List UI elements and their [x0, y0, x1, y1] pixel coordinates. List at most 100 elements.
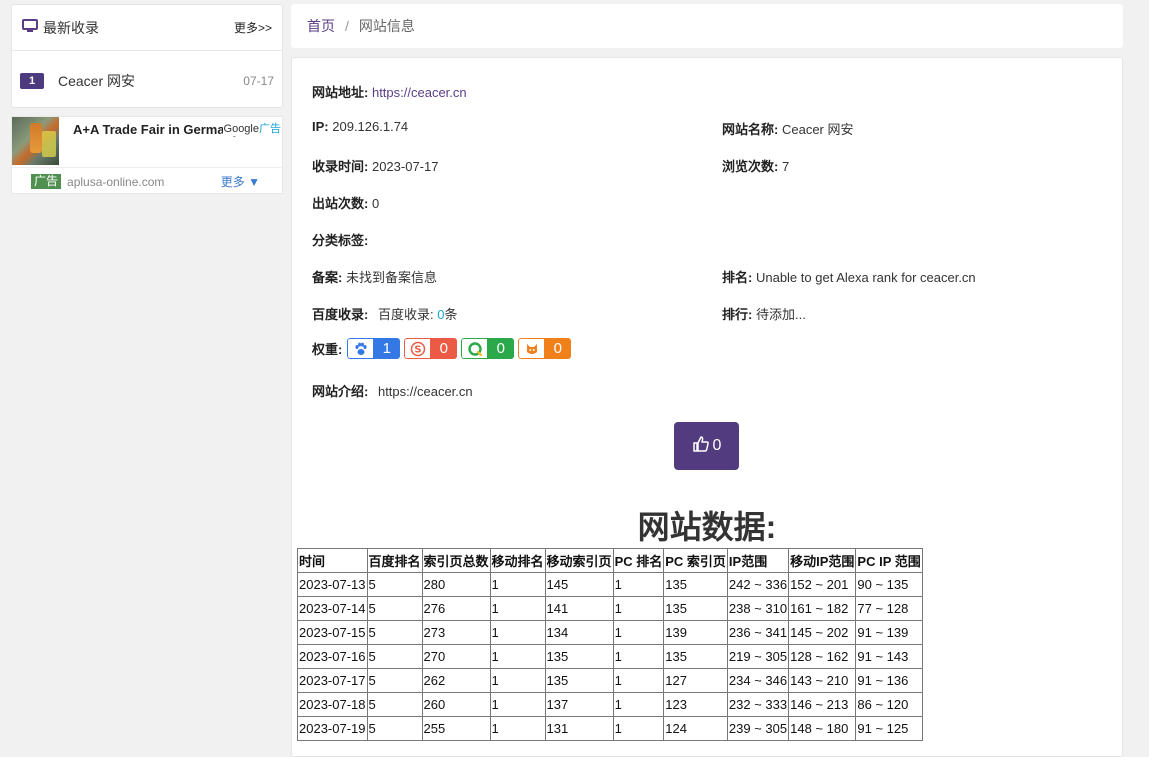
sogou-weight-value: 0 [430, 338, 458, 359]
breadcrumb-home-link[interactable]: 首页 [307, 16, 335, 36]
table-cell: 236 ~ 341 [726, 620, 790, 645]
table-row: 2023-07-18 5 260 1 137 1 123 232 ~ 333 1… [297, 692, 923, 717]
ad-google-label[interactable]: Google广告 [222, 120, 282, 136]
category-tags-label: 分类标签: [312, 233, 369, 248]
table-cell: 239 ~ 305 [726, 716, 790, 741]
table-cell: 137 [544, 692, 614, 717]
outbound-value: 0 [371, 196, 380, 211]
table-cell: 2023-07-13 [297, 572, 368, 597]
category-tags-row: 分类标签: [312, 230, 368, 249]
beian-value: 未找到备案信息 [345, 270, 437, 285]
ad-card[interactable]: A+A Trade Fair in Germany Google广告 广告 ap… [11, 116, 283, 194]
table-cell: 141 [544, 596, 614, 621]
table-cell: 1 [489, 596, 546, 621]
site-intro-label: 网站介绍: [312, 384, 369, 399]
ad-image[interactable] [12, 117, 59, 165]
latest-entries-more-link[interactable]: 更多>> [234, 19, 272, 36]
table-row: 2023-07-16 5 270 1 135 1 135 219 ~ 305 1… [297, 644, 923, 669]
table-cell: 135 [544, 668, 614, 693]
table-cell: 1 [612, 716, 665, 741]
table-cell: 148 ~ 180 [788, 716, 857, 741]
table-cell: 91 ~ 125 [855, 716, 923, 741]
rank-badge: 1 [20, 73, 44, 89]
sogou-weight-badge[interactable]: S 0 [404, 338, 458, 359]
breadcrumb-current: 网站信息 [358, 18, 415, 34]
site-url-link[interactable]: https://ceacer.cn [372, 85, 467, 100]
site-name-link[interactable]: Ceacer 网安 [58, 71, 243, 91]
table-cell: 91 ~ 143 [855, 644, 923, 669]
col-pc-index: PC 索引页 [663, 548, 728, 573]
table-cell: 135 [663, 644, 728, 669]
shenma-icon [518, 338, 545, 359]
sogou-icon: S [404, 338, 431, 359]
table-cell: 5 [366, 572, 423, 597]
include-time-label: 收录时间: [312, 159, 369, 174]
ad-more-button[interactable]: 更多 ▼ [221, 173, 260, 190]
weights-row: 权重: 1 S 0 0 0 [312, 338, 575, 359]
table-header-row: 时间 百度排名 索引页总数 移动排名 移动索引页 PC 排名 PC 索引页 IP… [297, 548, 923, 573]
table-cell: 280 [421, 572, 491, 597]
monitor-icon [22, 19, 38, 36]
table-cell: 152 ~ 201 [788, 572, 857, 597]
table-cell: 1 [489, 620, 546, 645]
table-cell: 1 [489, 692, 546, 717]
table-cell: 2023-07-18 [297, 692, 368, 717]
views-label: 浏览次数: [722, 159, 779, 174]
baidu-weight-badge[interactable]: 1 [347, 338, 401, 359]
rank-value: Unable to get Alexa rank for ceacer.cn [755, 270, 976, 285]
ip-row: IP: 209.126.1.74 [312, 119, 408, 134]
table-cell: 1 [612, 644, 665, 669]
so360-icon [461, 338, 488, 359]
ad-title[interactable]: A+A Trade Fair in Germany [73, 122, 240, 137]
table-cell: 124 [663, 716, 728, 741]
table-cell: 1 [612, 620, 665, 645]
col-pc-ip-range: PC IP 范围 [855, 548, 923, 573]
table-cell: 2023-07-14 [297, 596, 368, 621]
table-cell: 5 [366, 716, 423, 741]
so360-weight-badge[interactable]: 0 [461, 338, 515, 359]
breadcrumb: 首页 / 网站信息 [291, 4, 1123, 48]
table-cell: 86 ~ 120 [855, 692, 923, 717]
ip-value: 209.126.1.74 [332, 119, 409, 134]
ad-label: 广告 [259, 123, 281, 135]
latest-entries-card: 最新收录 更多>> 1 Ceacer 网安 07-17 [11, 4, 283, 108]
col-ip-range: IP范围 [726, 548, 790, 573]
google-label: Google [223, 123, 259, 135]
table-cell: 5 [366, 692, 423, 717]
ad-url[interactable]: aplusa-online.com [67, 175, 221, 189]
views-row: 浏览次数: 7 [722, 156, 789, 175]
table-cell: 242 ~ 336 [726, 572, 790, 597]
table-cell: 146 ~ 213 [788, 692, 857, 717]
table-cell: 2023-07-16 [297, 644, 368, 669]
table-cell: 255 [421, 716, 491, 741]
table-cell: 234 ~ 346 [726, 668, 790, 693]
thumbs-up-icon [692, 435, 713, 458]
table-row: 2023-07-17 5 262 1 135 1 127 234 ~ 346 1… [297, 668, 923, 693]
outbound-row: 出站次数: 0 [312, 193, 379, 212]
breadcrumb-separator: / [345, 18, 349, 34]
table-cell: 1 [489, 716, 546, 741]
table-cell: 238 ~ 310 [726, 596, 790, 621]
ad-footer: 广告 aplusa-online.com 更多 ▼ [12, 167, 282, 193]
like-count: 0 [712, 437, 722, 454]
site-intro-value: https://ceacer.cn [377, 384, 473, 399]
latest-entries-header: 最新收录 更多>> [12, 5, 282, 51]
table-cell: 2023-07-17 [297, 668, 368, 693]
table-cell: 90 ~ 135 [855, 572, 923, 597]
order-value: 待添加... [755, 307, 806, 322]
list-item[interactable]: 1 Ceacer 网安 07-17 [12, 51, 282, 111]
table-row: 2023-07-15 5 273 1 134 1 139 236 ~ 341 1… [297, 620, 923, 645]
ip-label: IP: [312, 119, 329, 134]
so360-weight-value: 0 [487, 338, 515, 359]
table-cell: 1 [489, 572, 546, 597]
table-cell: 260 [421, 692, 491, 717]
shenma-weight-badge[interactable]: 0 [518, 338, 572, 359]
include-time-row: 收录时间: 2023-07-17 [312, 156, 438, 175]
col-baidu-rank: 百度排名 [366, 548, 423, 573]
baidu-index-prefix: 百度收录: [377, 307, 438, 322]
like-button[interactable]: 0 [674, 422, 739, 470]
table-cell: 135 [544, 644, 614, 669]
beian-row: 备案: 未找到备案信息 [312, 267, 437, 286]
latest-entries-title: 最新收录 [43, 19, 99, 36]
ad-tag: 广告 [31, 174, 62, 189]
